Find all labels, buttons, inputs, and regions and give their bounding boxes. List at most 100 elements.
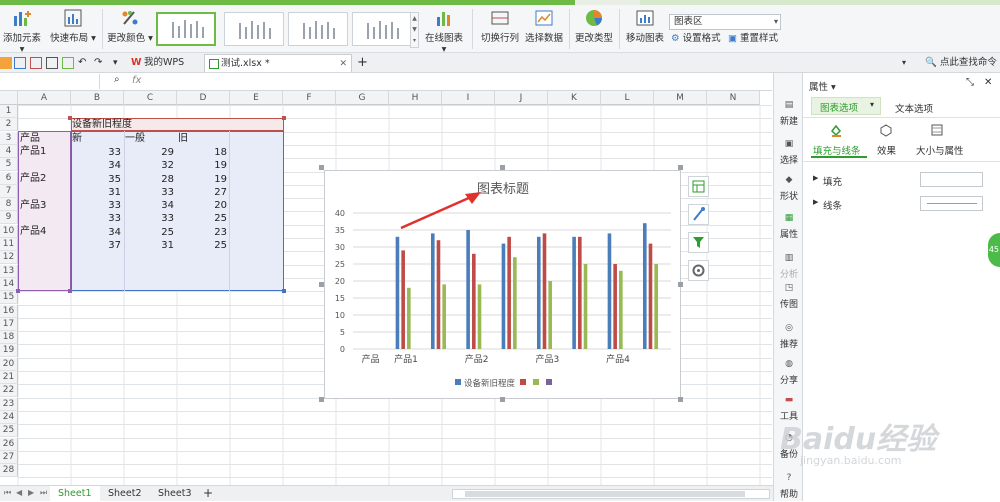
cell-value[interactable]: 33 <box>71 199 124 212</box>
bar[interactable] <box>477 284 482 349</box>
cell-value[interactable]: 34 <box>71 226 124 239</box>
first-sheet-icon[interactable]: ⏮ <box>4 488 11 498</box>
resize-handle[interactable] <box>678 397 683 402</box>
change-color-button[interactable]: 更改颜色 ▾ <box>106 7 154 51</box>
bar[interactable] <box>583 264 588 349</box>
tool-6[interactable]: ◳ 传图 <box>774 283 804 310</box>
range-handle[interactable] <box>282 289 286 293</box>
bar[interactable] <box>642 223 647 349</box>
cell-value[interactable]: 37 <box>71 239 124 252</box>
chart-style-thumb-1[interactable] <box>156 12 216 46</box>
cell-value[interactable]: 19 <box>177 173 230 186</box>
cell-value[interactable]: 32 <box>124 159 177 172</box>
cell-header-product[interactable]: 产品 <box>20 132 40 145</box>
tab-size-properties[interactable]: 大小与属性 <box>916 143 964 157</box>
column-header[interactable]: N <box>707 91 760 105</box>
switch-row-col-button[interactable]: 切换行列 <box>478 7 522 51</box>
redo-icon[interactable]: ↷ <box>94 57 106 69</box>
row-header[interactable]: 24 <box>0 411 18 424</box>
legend-swatch[interactable] <box>546 379 552 385</box>
bar[interactable] <box>407 287 411 349</box>
column-header[interactable]: G <box>336 91 389 105</box>
cell-header-normal[interactable]: 一般 <box>125 132 145 145</box>
range-handle[interactable] <box>16 289 20 293</box>
cell-value[interactable]: 34 <box>124 199 177 212</box>
bar[interactable] <box>430 233 435 349</box>
row-header[interactable]: 28 <box>0 464 18 477</box>
bar[interactable] <box>513 257 517 349</box>
bar-chart[interactable]: 图表标题 产品 产品1 产品2 产品3 产品4 0 5 10 15 20 25 30 35 40 设备新… <box>324 170 681 399</box>
cell-value[interactable]: 29 <box>124 146 177 159</box>
tool-11[interactable]: ? 帮助 <box>774 473 804 500</box>
range-handle[interactable] <box>68 116 72 120</box>
cell-product[interactable]: 产品4 <box>20 225 46 238</box>
row-header[interactable]: 6 <box>0 172 18 185</box>
last-sheet-icon[interactable]: ⏭ <box>40 488 47 498</box>
tool-5[interactable]: ▥ 分析 <box>774 253 804 280</box>
cell-product[interactable]: 产品1 <box>20 145 46 158</box>
column-header[interactable]: D <box>177 91 230 105</box>
select-all-corner[interactable] <box>0 91 18 105</box>
legend-swatch[interactable] <box>533 379 539 385</box>
bar[interactable] <box>619 270 623 349</box>
close-tab-icon[interactable]: ✕ <box>339 55 347 73</box>
resize-handle[interactable] <box>678 282 683 287</box>
select-data-button[interactable]: 选择数据 <box>524 7 564 51</box>
range-handle[interactable] <box>282 116 286 120</box>
tool-2[interactable]: ▣ 选择 <box>774 139 804 166</box>
online-chart-button[interactable]: 在线图表 ▾ <box>422 7 466 55</box>
bar[interactable] <box>472 253 476 349</box>
row-header[interactable]: 21 <box>0 371 18 384</box>
tab-chart-options[interactable]: 图表选项 ▾ <box>811 97 881 115</box>
tool-7[interactable]: ◎ 推荐 <box>774 323 804 350</box>
bar[interactable] <box>442 284 446 349</box>
chart-style-thumb-2[interactable] <box>224 12 284 46</box>
chart-elements-button[interactable] <box>688 176 709 197</box>
bar[interactable] <box>536 236 541 349</box>
column-header[interactable]: K <box>548 91 601 105</box>
zoom-icon[interactable]: ⌕ <box>114 74 120 85</box>
tab-sheet1[interactable]: Sheet1 <box>50 486 100 502</box>
column-header[interactable]: J <box>495 91 548 105</box>
row-header[interactable]: 8 <box>0 198 18 211</box>
close-icon[interactable]: ✕ <box>984 77 992 88</box>
fill-field[interactable] <box>920 172 983 187</box>
line-field[interactable] <box>920 196 983 211</box>
pin-icon[interactable]: ⤡ <box>966 77 974 88</box>
row-header[interactable]: 9 <box>0 211 18 224</box>
resize-handle[interactable] <box>319 397 324 402</box>
more-quick-icon[interactable]: ▾ <box>113 57 125 69</box>
search-command[interactable]: 🔍 点此查找命令 <box>925 55 997 71</box>
cell-value[interactable]: 25 <box>124 226 177 239</box>
cell-value[interactable]: 31 <box>124 239 177 252</box>
cell-value[interactable]: 23 <box>177 226 230 239</box>
row-header[interactable]: 22 <box>0 384 18 397</box>
row-header[interactable]: 25 <box>0 424 18 437</box>
cell-header-old[interactable]: 旧 <box>178 132 188 145</box>
quick-layout-button[interactable]: 快速布局 ▾ <box>48 7 98 51</box>
tab-effect[interactable]: 效果 <box>877 143 896 157</box>
chart-style-thumb-3[interactable] <box>288 12 348 46</box>
tab-sheet3[interactable]: Sheet3 <box>150 486 200 502</box>
bar[interactable] <box>466 230 470 349</box>
bar[interactable] <box>507 236 511 349</box>
row-header[interactable]: 5 <box>0 158 18 171</box>
tab-sheet2[interactable]: Sheet2 <box>100 486 150 502</box>
save-icon[interactable] <box>14 57 26 69</box>
export-pdf-icon[interactable] <box>30 57 42 69</box>
new-tab-icon[interactable]: + <box>357 56 369 69</box>
bar[interactable] <box>648 243 653 349</box>
bar[interactable] <box>501 243 506 349</box>
row-header[interactable]: 12 <box>0 251 18 264</box>
change-type-button[interactable]: 更改类型 <box>574 7 614 51</box>
cell-value[interactable]: 31 <box>71 186 124 199</box>
chart-style-gallery[interactable] <box>156 12 416 48</box>
bar[interactable] <box>654 264 658 349</box>
legend-swatch[interactable] <box>455 379 461 385</box>
column-header[interactable]: F <box>283 91 336 105</box>
bar[interactable] <box>401 250 405 349</box>
tab-text-options[interactable]: 文本选项 <box>895 101 933 115</box>
cell-product[interactable]: 产品2 <box>20 172 46 185</box>
row-header[interactable]: 26 <box>0 438 18 451</box>
column-header[interactable]: M <box>654 91 707 105</box>
